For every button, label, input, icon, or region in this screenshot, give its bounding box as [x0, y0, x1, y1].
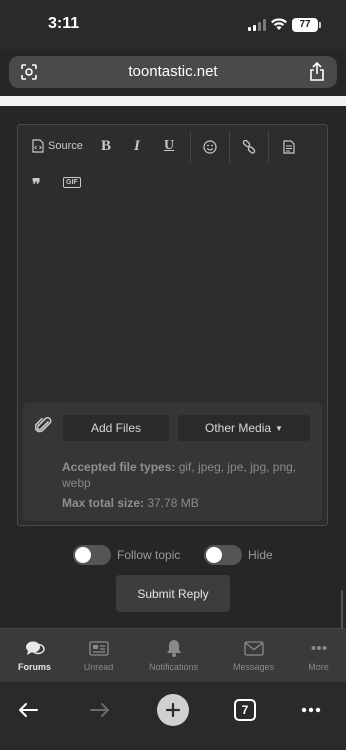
add-files-button[interactable]: Add Files	[63, 415, 169, 441]
ellipsis-icon	[311, 646, 326, 650]
toolbar-divider	[190, 131, 191, 163]
other-media-button[interactable]: Other Media ▼	[178, 415, 310, 441]
url-text: toontastic.net	[128, 63, 218, 80]
new-tab-button[interactable]	[157, 694, 189, 726]
toolbar-divider	[268, 131, 269, 163]
attachment-panel: Add Files Other Media ▼ Accepted file ty…	[23, 403, 322, 521]
nav-forums[interactable]: Forums	[0, 639, 69, 672]
italic-button[interactable]: I	[134, 138, 140, 155]
nav-notifications-label: Notifications	[148, 662, 199, 672]
nav-messages-label: Messages	[232, 662, 275, 672]
toggle-knob	[75, 547, 91, 563]
bell-icon	[166, 640, 181, 657]
nav-more[interactable]: More	[284, 639, 346, 672]
hide-toggle[interactable]	[204, 545, 242, 565]
share-icon[interactable]	[309, 62, 325, 82]
nav-unread-label: Unread	[83, 662, 114, 672]
follow-topic-label: Follow topic	[117, 548, 181, 562]
editor-toolbar: Source B I U ❞ GIF	[18, 125, 327, 195]
hide-label: Hide	[248, 548, 273, 562]
envelope-icon	[243, 640, 264, 656]
wifi-icon	[271, 18, 287, 30]
underline-button[interactable]: U	[164, 138, 174, 154]
submit-reply-button[interactable]: Submit Reply	[116, 575, 230, 612]
source-label: Source	[48, 140, 83, 152]
gif-button[interactable]: GIF	[63, 177, 81, 188]
battery-indicator: 77	[292, 18, 321, 32]
tabs-button[interactable]: 7	[234, 699, 256, 721]
forum-bottom-nav: Forums Unread Notifications Messages Mor…	[0, 628, 346, 682]
browser-toolbar: 7	[0, 682, 346, 750]
nav-more-label: More	[308, 662, 329, 672]
bold-button[interactable]: B	[101, 138, 111, 155]
nav-messages[interactable]: Messages	[219, 639, 288, 672]
toolbar-divider	[229, 131, 230, 163]
source-code-icon	[32, 139, 44, 153]
nav-unread[interactable]: Unread	[64, 639, 133, 672]
follow-topic-toggle[interactable]	[73, 545, 111, 565]
source-button[interactable]: Source	[32, 139, 83, 153]
gif-label: GIF	[63, 177, 81, 188]
cellular-signal-icon	[248, 19, 266, 31]
back-arrow-icon[interactable]	[18, 702, 38, 718]
accepted-file-types: Accepted file types: gif, jpeg, jpe, jpg…	[62, 459, 312, 491]
newspaper-icon	[88, 640, 109, 656]
emoji-icon[interactable]	[203, 140, 217, 154]
address-bar[interactable]: toontastic.net	[9, 56, 337, 88]
status-bar: 3:11 77	[0, 0, 346, 50]
reply-editor[interactable]: Source B I U ❞ GIF Add Files Other Media…	[17, 124, 328, 526]
link-icon[interactable]	[242, 140, 256, 154]
forward-arrow-icon[interactable]	[90, 702, 110, 718]
plus-icon	[166, 703, 180, 717]
more-options-icon[interactable]	[301, 707, 321, 713]
paperclip-icon	[35, 417, 52, 433]
follow-topic-option: Follow topic	[73, 545, 180, 565]
nav-forums-label: Forums	[17, 662, 51, 672]
chat-bubbles-icon	[25, 641, 45, 655]
max-size: Max total size: 37.78 MB	[62, 495, 199, 511]
nav-notifications[interactable]: Notifications	[139, 639, 208, 672]
status-time: 3:11	[48, 15, 80, 32]
editor-text-area[interactable]	[18, 200, 327, 398]
hide-option: Hide	[204, 545, 273, 565]
toggle-knob	[206, 547, 222, 563]
max-size-value: 37.78 MB	[147, 496, 199, 510]
document-icon[interactable]	[283, 140, 295, 154]
page-content-edge	[0, 96, 346, 106]
max-size-label: Max total size:	[62, 496, 145, 510]
other-media-label: Other Media	[205, 421, 272, 435]
caret-down-icon: ▼	[275, 423, 283, 433]
accepted-types-label: Accepted file types:	[62, 460, 176, 474]
quote-icon[interactable]: ❞	[32, 175, 41, 195]
